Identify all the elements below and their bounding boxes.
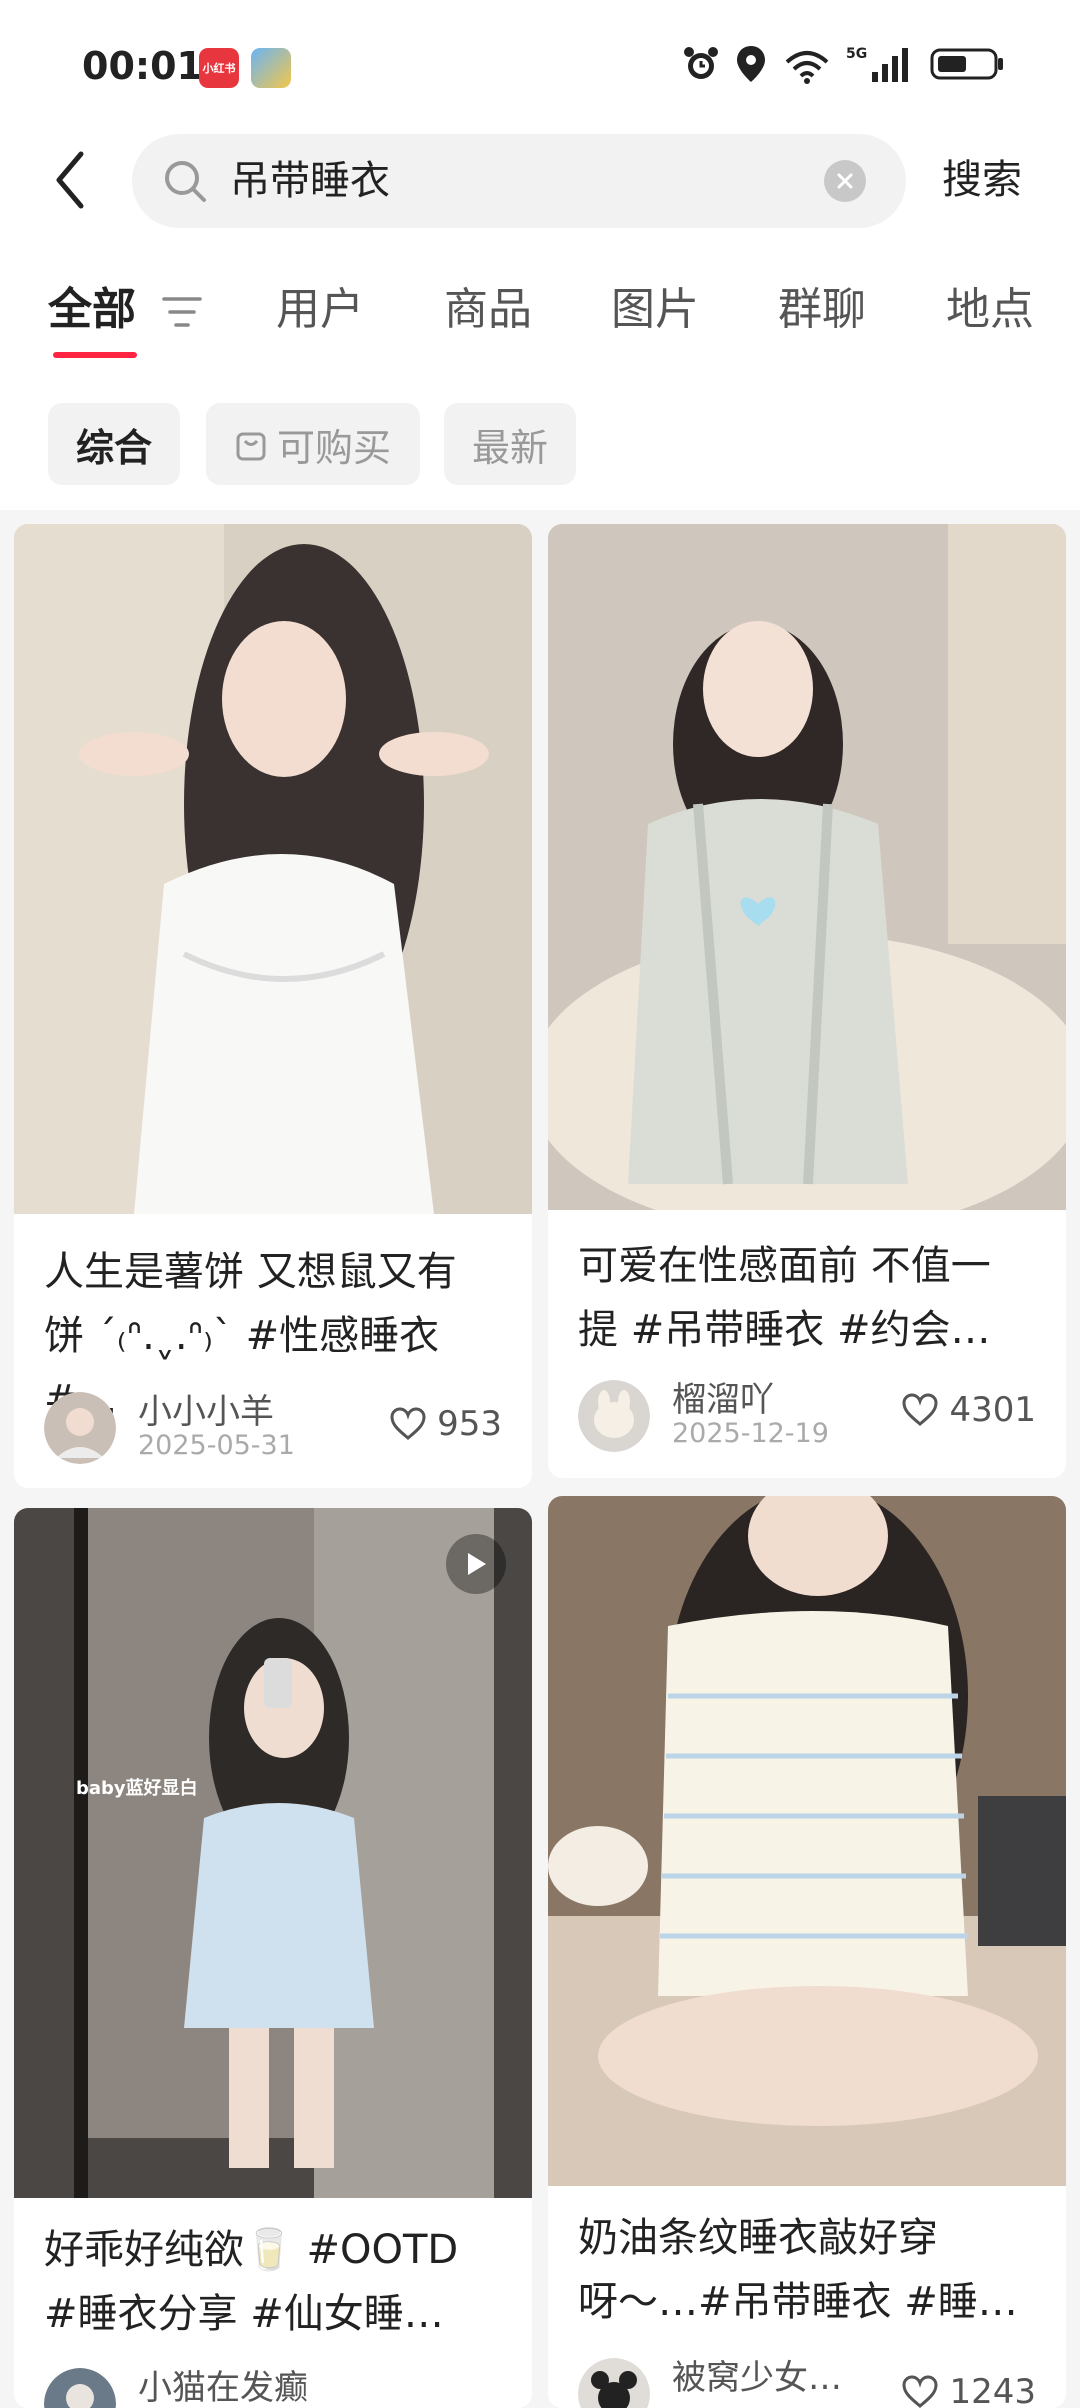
heart-icon (390, 1407, 426, 1440)
feed-card-title-line: 奶油条纹睡衣敲好穿 (578, 2215, 938, 2261)
xiaohongshu-badge-icon: 小红书 (199, 48, 239, 88)
feed-card-title-line: 可爱在性感面前 不值一 (578, 1243, 991, 1289)
tab-group-chats[interactable]: 群聊 (778, 275, 866, 345)
post-date: 2025-05-31 (138, 1430, 295, 1461)
feed-card-image[interactable] (14, 1508, 532, 2198)
alarm-icon (684, 47, 718, 79)
feed-card-author[interactable]: 小猫在发癫 (44, 2368, 504, 2408)
feed-card[interactable]: 奶油条纹睡衣敲好穿 呀～…#吊带睡衣 #睡… 被窝少女… 1243 (548, 1496, 1066, 2408)
search-icon (165, 161, 206, 202)
heart-icon (902, 1393, 938, 1426)
tab-images[interactable]: 图片 (611, 275, 699, 345)
feed-card[interactable]: baby蓝好显白 好乖好纯欲🥛 #OOTD #睡衣分享 #仙女睡… 小猫在发癫 (14, 1508, 532, 2408)
filter-chip-general[interactable]: 综合 (48, 403, 180, 485)
tab-all[interactable]: 全部 (48, 275, 136, 345)
feed-card-title-line: #睡衣分享 #仙女睡… (44, 2291, 444, 2337)
like-button[interactable]: 953 (389, 1404, 502, 1444)
chevron-left-icon (56, 151, 84, 209)
weather-badge-icon (251, 48, 291, 88)
close-icon (837, 173, 853, 189)
feed-card-title: 可爱在性感面前 不值一 提 #吊带睡衣 #约会… (578, 1234, 1038, 1362)
author-name: 小猫在发癫 (138, 2368, 308, 2408)
like-button[interactable]: 4301 (901, 1390, 1036, 1430)
search-input[interactable]: 吊带睡衣 (132, 134, 906, 228)
video-play-icon (446, 1534, 506, 1594)
back-button[interactable] (40, 142, 100, 218)
location-icon (737, 46, 765, 82)
clear-search-icon[interactable] (824, 160, 866, 202)
svg-text:5G: 5G (846, 46, 867, 62)
feed-card-image[interactable] (548, 1496, 1066, 2186)
post-date: 2025-12-19 (672, 1418, 829, 1449)
feed-card-title-line: 好乖好纯欲🥛 #OOTD (44, 2227, 459, 2273)
image-caption-overlay: baby蓝好显白 (76, 1778, 198, 1799)
wifi-icon (785, 51, 829, 84)
tab-places[interactable]: 地点 (946, 275, 1034, 345)
author-name: 小小小羊 (138, 1392, 274, 1432)
like-count: 953 (437, 1404, 502, 1444)
feed-card[interactable]: 可爱在性感面前 不值一 提 #吊带睡衣 #约会… 榴溜吖 2025-12-19 … (548, 524, 1066, 1478)
search-button[interactable]: 搜索 (942, 150, 1022, 210)
like-count: 4301 (949, 1390, 1036, 1430)
avatar[interactable] (578, 2358, 650, 2408)
play-icon (468, 1553, 486, 1575)
feed-card[interactable]: 人生是薯饼 又想鼠又有 饼 ˊ₍ᐢ.ˬ.ᐢ₎ˋ #性感睡衣 #… 小小小羊 20… (14, 524, 532, 1488)
feed-card-image[interactable] (14, 524, 532, 1214)
filter-icon[interactable] (160, 293, 204, 331)
feed-card-title-line: 提 #吊带睡衣 #约会… (578, 1307, 991, 1353)
category-tabs: 全部 用户 商品 图片 群聊 地点 (0, 275, 1080, 365)
like-button[interactable]: 1243 (901, 2372, 1036, 2408)
feed-card-image[interactable] (548, 524, 1066, 1210)
feed-card-title: 好乖好纯欲🥛 #OOTD #睡衣分享 #仙女睡… (44, 2218, 504, 2346)
filter-chip-purchasable[interactable]: 可购买 (206, 403, 420, 485)
search-query: 吊带睡衣 (230, 158, 390, 204)
filter-chip-latest[interactable]: 最新 (444, 403, 576, 485)
shopping-bag-icon (236, 432, 266, 461)
cell-signal-icon: 5G (846, 46, 908, 82)
status-time: 00:01 (82, 44, 203, 88)
avatar[interactable] (578, 1380, 650, 1452)
avatar[interactable] (44, 1392, 116, 1464)
tab-products[interactable]: 商品 (444, 275, 532, 345)
filter-chip-purchasable-label: 可购买 (276, 425, 391, 470)
author-name: 榴溜吖 (672, 1380, 774, 1420)
feed-card-title-line: 人生是薯饼 又想鼠又有 (44, 1249, 457, 1295)
feed-card-title: 奶油条纹睡衣敲好穿 呀～…#吊带睡衣 #睡… (578, 2206, 1038, 2334)
system-icons: 5G (682, 44, 1006, 84)
like-count: 1243 (949, 2372, 1036, 2408)
status-bar: 00:01 小红书 5G (0, 0, 1080, 130)
tab-users[interactable]: 用户 (276, 275, 364, 345)
active-tab-indicator (53, 352, 137, 358)
avatar[interactable] (44, 2368, 116, 2408)
feed-card-title-line: 呀～…#吊带睡衣 #睡… (578, 2279, 1018, 2325)
battery-icon (930, 48, 1003, 80)
